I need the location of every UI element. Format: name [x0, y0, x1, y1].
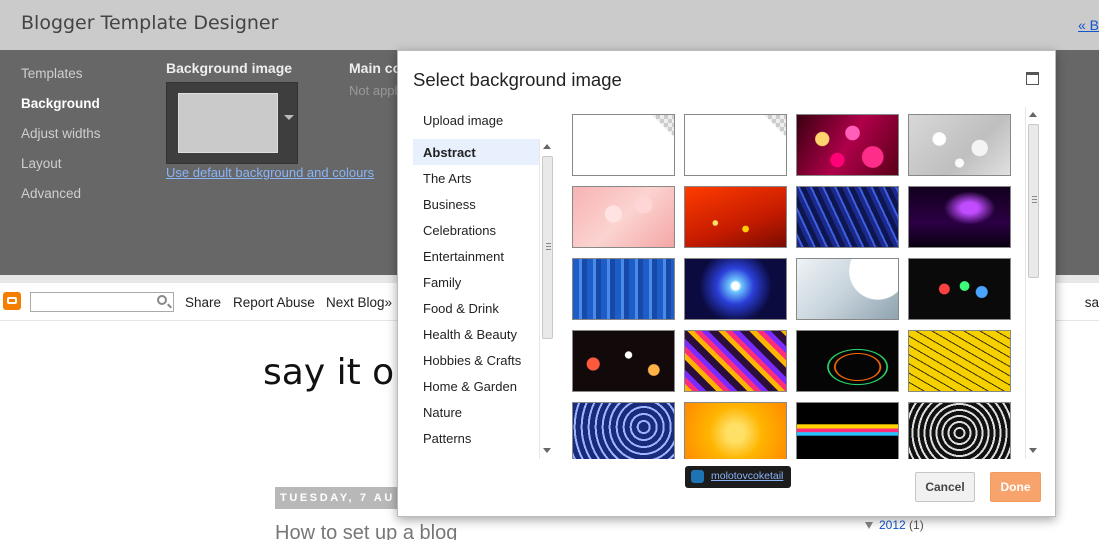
background-thumbnail[interactable] — [908, 258, 1011, 320]
category-item[interactable]: Family — [413, 269, 541, 295]
image-grid-scroll-thumb[interactable] — [1028, 124, 1039, 278]
main-colour-note: Not appl — [349, 83, 398, 98]
category-item[interactable]: Nature — [413, 399, 541, 425]
category-list: Upload image Abstract The Arts Business … — [413, 107, 541, 459]
category-item[interactable]: Celebrations — [413, 217, 541, 243]
category-item[interactable]: Health & Beauty — [413, 321, 541, 347]
background-image-grid — [572, 114, 1012, 459]
background-thumbnail[interactable] — [572, 330, 675, 392]
dialog-title: Select background image — [413, 69, 622, 90]
background-thumbnail[interactable] — [572, 186, 675, 248]
next-blog-link[interactable]: Next Blog» — [326, 295, 392, 310]
done-button[interactable]: Done — [990, 472, 1041, 502]
scroll-up-icon[interactable] — [543, 144, 551, 149]
category-item[interactable]: Entertainment — [413, 243, 541, 269]
background-preview — [178, 93, 278, 153]
background-image-picker[interactable] — [166, 82, 298, 164]
post-title[interactable]: How to set up a blog — [275, 522, 457, 540]
category-item[interactable]: Abstract — [413, 139, 541, 165]
app-title: Blogger Template Designer — [21, 12, 279, 34]
category-scroll-thumb[interactable] — [542, 156, 553, 339]
nav-layout[interactable]: Layout — [21, 156, 101, 186]
background-thumbnail[interactable] — [908, 330, 1011, 392]
cancel-button[interactable]: Cancel — [915, 472, 975, 502]
background-thumbnail[interactable] — [572, 114, 675, 176]
background-thumbnail[interactable] — [796, 330, 899, 392]
category-scrollbar[interactable] — [539, 139, 555, 459]
category-item[interactable]: Home & Garden — [413, 373, 541, 399]
blog-archive-item[interactable]: 2012 (1) — [865, 518, 924, 532]
background-thumbnail[interactable] — [572, 402, 675, 459]
back-link[interactable]: « B — [1078, 17, 1099, 33]
background-thumbnail[interactable] — [796, 186, 899, 248]
background-image-heading: Background image — [166, 60, 293, 76]
background-thumbnail[interactable] — [684, 186, 787, 248]
background-thumbnail[interactable] — [796, 258, 899, 320]
category-item[interactable]: Food & Drink — [413, 295, 541, 321]
navbar-right-text[interactable]: sa — [1085, 295, 1099, 310]
image-grid-scrollbar[interactable] — [1025, 107, 1041, 459]
search-icon[interactable] — [157, 295, 167, 305]
background-thumbnail[interactable] — [908, 114, 1011, 176]
background-thumbnail[interactable] — [684, 330, 787, 392]
designer-header: Blogger Template Designer « B — [0, 0, 1099, 50]
nav-advanced[interactable]: Advanced — [21, 186, 101, 216]
category-item[interactable]: Business — [413, 191, 541, 217]
main-colour-heading: Main co — [349, 60, 402, 76]
category-item[interactable]: The Arts — [413, 165, 541, 191]
archive-count: (1) — [909, 518, 924, 532]
chevron-down-icon[interactable] — [284, 115, 294, 120]
nav-adjust-widths[interactable]: Adjust widths — [21, 126, 101, 156]
background-thumbnail[interactable] — [684, 258, 787, 320]
background-thumbnail[interactable] — [684, 402, 787, 459]
blogger-logo-icon[interactable] — [3, 292, 21, 310]
designer-nav: Templates Background Adjust widths Layou… — [21, 66, 101, 216]
background-thumbnail[interactable] — [796, 402, 899, 459]
istock-icon — [691, 470, 704, 483]
background-thumbnail[interactable] — [684, 114, 787, 176]
image-credit-badge[interactable]: molotovcoketail — [685, 466, 791, 488]
blog-title: say it or — [263, 352, 409, 393]
scroll-down-icon[interactable] — [1029, 448, 1037, 453]
background-thumbnail[interactable] — [908, 186, 1011, 248]
category-item[interactable]: Hobbies & Crafts — [413, 347, 541, 373]
navbar-search-input[interactable] — [30, 292, 174, 312]
nav-background[interactable]: Background — [21, 96, 101, 126]
share-link[interactable]: Share — [185, 295, 221, 310]
triangle-down-icon[interactable] — [865, 522, 873, 529]
background-thumbnail[interactable] — [572, 258, 675, 320]
maximize-icon[interactable] — [1026, 72, 1039, 85]
background-thumbnail[interactable] — [796, 114, 899, 176]
use-default-background-link[interactable]: Use default background and colours — [166, 165, 374, 180]
image-credit-link[interactable]: molotovcoketail — [711, 470, 783, 482]
select-background-dialog: Select background image Upload image Abs… — [397, 50, 1056, 517]
category-item[interactable]: Patterns — [413, 425, 541, 451]
scroll-up-icon[interactable] — [1029, 112, 1037, 117]
background-thumbnail[interactable] — [908, 402, 1011, 459]
upload-image-link[interactable]: Upload image — [413, 107, 541, 133]
archive-year[interactable]: 2012 — [879, 518, 906, 532]
nav-templates[interactable]: Templates — [21, 66, 101, 96]
scroll-down-icon[interactable] — [543, 448, 551, 453]
report-abuse-link[interactable]: Report Abuse — [233, 295, 315, 310]
